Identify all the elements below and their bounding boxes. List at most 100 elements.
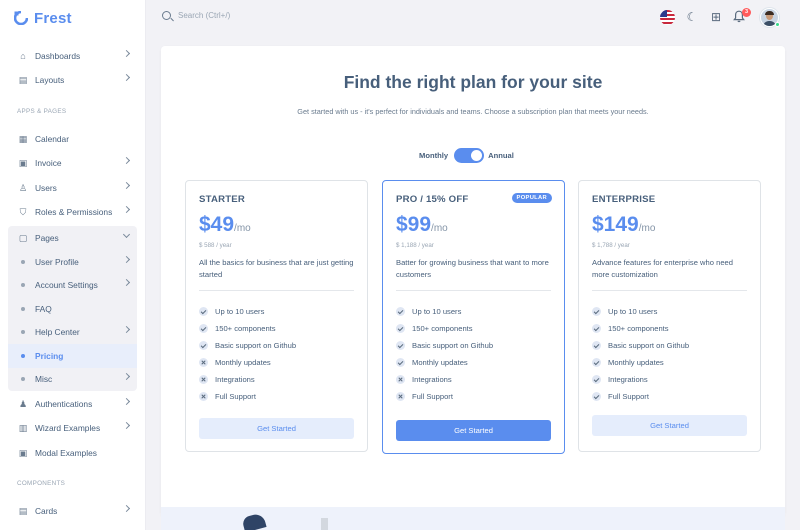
online-status-dot <box>775 22 780 27</box>
feature-text: Monthly updates <box>608 358 664 367</box>
sidebar-item-authentications[interactable]: ♟ Authentications <box>8 392 137 416</box>
pricing-card: Find the right plan for your site Get st… <box>161 46 785 516</box>
feature-item: Basic support on Github <box>592 337 689 354</box>
feature-item: 150+ components <box>592 320 689 337</box>
wizard-icon: ▥ <box>18 423 28 433</box>
chevron-right-icon <box>122 278 131 287</box>
section-apps-pages: APPS & PAGES <box>17 108 67 115</box>
moon-icon[interactable]: ☾ <box>684 9 700 25</box>
feature-text: Basic support on Github <box>412 341 494 350</box>
plan-price-period: /mo <box>638 223 656 234</box>
bullet-icon <box>21 283 25 287</box>
sidebar-item-label: User Profile <box>35 257 79 267</box>
invoice-icon: ▣ <box>18 158 28 168</box>
sidebar-item-pages[interactable]: ▢ Pages <box>8 226 137 250</box>
topbar: ☾ ⊞ 3 <box>146 0 800 36</box>
sidebar-item-label: Account Settings <box>35 280 98 290</box>
feature-item: Monthly updates <box>199 354 296 371</box>
sidebar-item-modal-examples[interactable]: ▣ Modal Examples <box>8 441 137 465</box>
sidebar-item-label: Modal Examples <box>35 448 97 458</box>
get-started-button-enterprise[interactable]: Get Started <box>592 415 747 436</box>
sidebar-item-misc[interactable]: Misc <box>8 367 137 391</box>
check-icon <box>592 324 601 333</box>
feature-text: Full Support <box>412 392 453 401</box>
chevron-right-icon <box>122 181 131 190</box>
bullet-icon <box>21 354 25 358</box>
feature-text: Full Support <box>608 392 649 401</box>
billing-toggle: Monthly Annual <box>419 148 514 163</box>
bullet-icon <box>21 330 25 334</box>
check-icon <box>396 324 405 333</box>
sidebar-item-users[interactable]: ♙ Users <box>8 176 137 200</box>
avatar-hair <box>765 11 774 15</box>
sidebar-item-faq[interactable]: FAQ <box>8 297 137 321</box>
brand-name: Frest <box>34 9 72 27</box>
feature-list: Up to 10 users 150+ components Basic sup… <box>396 303 493 405</box>
feature-item: Basic support on Github <box>199 337 296 354</box>
layout-icon: ▤ <box>18 75 28 85</box>
chevron-right-icon <box>122 73 131 82</box>
x-icon <box>199 358 208 367</box>
sidebar-item-label: Users <box>35 183 57 193</box>
feature-item: Up to 10 users <box>199 303 296 320</box>
get-started-button-pro[interactable]: Get Started <box>396 420 551 441</box>
chevron-right-icon <box>122 205 131 214</box>
feature-item: Integrations <box>592 371 689 388</box>
apps-grid-icon[interactable]: ⊞ <box>708 9 724 25</box>
feature-text: Monthly updates <box>412 358 468 367</box>
plan-price: $149/mo <box>592 213 655 237</box>
feature-text: Basic support on Github <box>215 341 297 350</box>
feature-text: Integrations <box>608 375 648 384</box>
illustration-object <box>321 518 328 530</box>
search-bar[interactable] <box>162 11 298 20</box>
chevron-right-icon <box>122 255 131 264</box>
chevron-right-icon <box>122 372 131 381</box>
divider <box>396 290 551 291</box>
page-subtitle: Get started with us - it's perfect for i… <box>297 107 649 116</box>
bullet-icon <box>21 260 25 264</box>
sidebar-item-cards[interactable]: ▤ Cards <box>8 499 137 523</box>
chevron-right-icon <box>122 49 131 58</box>
brand[interactable]: Frest <box>0 0 145 36</box>
divider <box>199 290 354 291</box>
feature-item: Up to 10 users <box>396 303 493 320</box>
check-icon <box>396 307 405 316</box>
sidebar-item-roles-permissions[interactable]: ⛉ Roles & Permissions <box>8 200 137 224</box>
sidebar-item-label: Dashboards <box>35 51 81 61</box>
sidebar-item-calendar[interactable]: ▦ Calendar <box>8 127 137 151</box>
sidebar-item-user-profile[interactable]: User Profile <box>8 250 137 274</box>
plan-price-amount: $99 <box>396 213 432 236</box>
sidebar-item-label: Layouts <box>35 75 65 85</box>
check-icon <box>396 358 405 367</box>
feature-text: Basic support on Github <box>608 341 690 350</box>
sidebar-item-label: Misc <box>35 374 53 384</box>
sidebar-item-layouts[interactable]: ▤ Layouts <box>8 68 137 92</box>
notification-badge: 3 <box>742 8 751 17</box>
toggle-label-monthly[interactable]: Monthly <box>419 151 448 160</box>
get-started-button-starter[interactable]: Get Started <box>199 418 354 439</box>
sidebar-item-account-settings[interactable]: Account Settings <box>8 273 137 297</box>
user-icon: ♙ <box>18 183 28 193</box>
sidebar-item-help-center[interactable]: Help Center <box>8 320 137 344</box>
toggle-label-annual[interactable]: Annual <box>488 151 514 160</box>
cards-icon: ▤ <box>18 506 28 516</box>
us-flag-icon[interactable] <box>660 10 675 25</box>
plan-yearly-price: $ 588 / year <box>199 242 232 249</box>
sidebar-item-label: Authentications <box>35 399 93 409</box>
check-icon <box>592 307 601 316</box>
chevron-right-icon <box>122 504 131 513</box>
plan-yearly-price: $ 1,188 / year <box>396 242 434 249</box>
sidebar-item-invoice[interactable]: ▣ Invoice <box>8 151 137 175</box>
sidebar-item-label: Pages <box>35 233 59 243</box>
x-icon <box>396 375 405 384</box>
sidebar-item-dashboards[interactable]: ⌂ Dashboards <box>8 44 137 68</box>
billing-switch[interactable] <box>454 148 485 163</box>
sidebar-item-pricing[interactable]: Pricing <box>8 344 137 368</box>
feature-text: Up to 10 users <box>608 307 658 316</box>
search-input[interactable] <box>178 11 298 20</box>
plan-yearly-price: $ 1,788 / year <box>592 242 630 249</box>
plan-price-period: /mo <box>234 223 251 234</box>
feature-item: Monthly updates <box>396 354 493 371</box>
sidebar-item-wizard-examples[interactable]: ▥ Wizard Examples <box>8 416 137 440</box>
feature-text: Up to 10 users <box>412 307 462 316</box>
